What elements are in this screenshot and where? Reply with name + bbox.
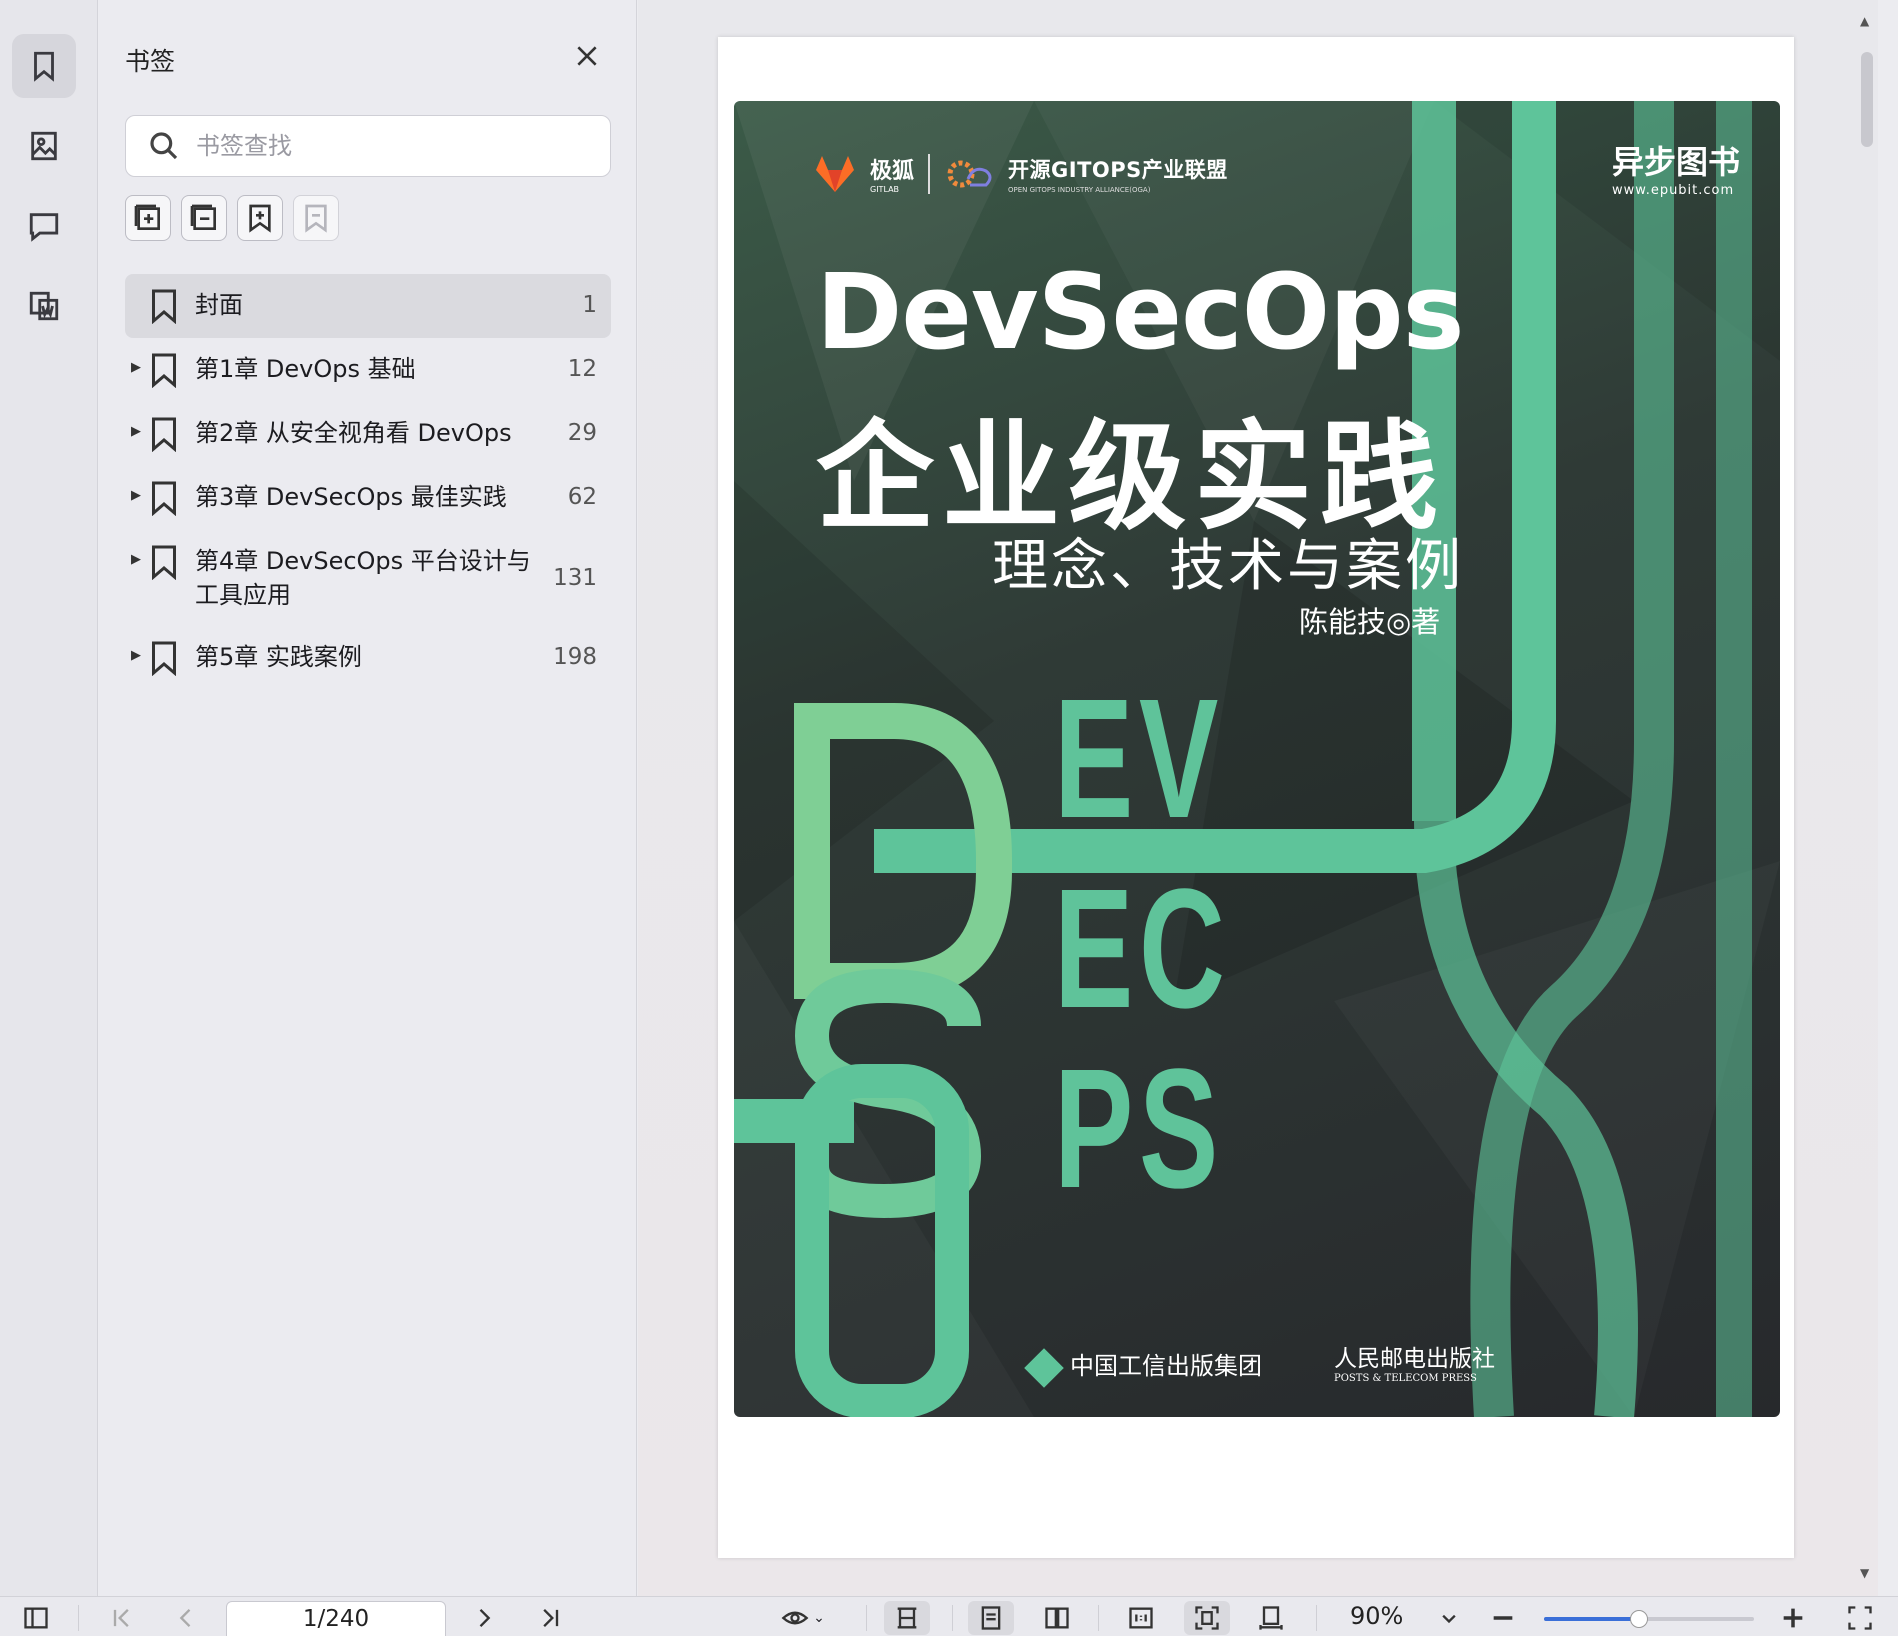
cover-partner-logos: 极狐 GITLAB 开源GITOPS产业联盟 OPEN GITOPS INDUS… bbox=[814, 153, 1228, 194]
bookmark-tools bbox=[125, 195, 339, 241]
single-page-icon[interactable] bbox=[968, 1601, 1014, 1635]
thumbnail-panel-icon[interactable] bbox=[12, 114, 76, 178]
bottom-toolbar: 1/240 ⌄ 90% bbox=[0, 1596, 1898, 1636]
expand-arrow-icon[interactable]: ▶ bbox=[125, 352, 147, 375]
expand-all-button[interactable] bbox=[125, 195, 171, 241]
view-mode-eye-icon[interactable]: ⌄ bbox=[772, 1601, 834, 1635]
add-bookmark-button[interactable] bbox=[237, 195, 283, 241]
bookmark-page: 1 bbox=[582, 292, 597, 318]
bookmark-page: 131 bbox=[553, 565, 597, 591]
bookmark-page: 198 bbox=[553, 644, 597, 670]
search-icon bbox=[150, 132, 178, 160]
bookmark-icon bbox=[149, 640, 185, 677]
cover-author: 陈能技◎著 bbox=[1299, 605, 1441, 639]
bookmark-search-input[interactable] bbox=[196, 132, 576, 160]
gitlab-logo-text: 极狐 bbox=[870, 159, 915, 184]
bookmark-icon bbox=[149, 544, 185, 581]
publisher-group-logo-icon bbox=[1024, 1347, 1064, 1388]
bookmark-icon bbox=[149, 416, 185, 453]
alliance-logo-text: 开源GITOPS产业联盟 bbox=[1008, 157, 1228, 182]
fullscreen-icon[interactable] bbox=[1842, 1601, 1878, 1635]
bookmark-title: 第2章 从安全视角看 DevOps bbox=[195, 419, 512, 447]
expand-arrow-icon[interactable]: ▶ bbox=[125, 480, 147, 503]
bookmark-icon bbox=[149, 480, 185, 517]
actual-size-icon[interactable] bbox=[1118, 1601, 1164, 1635]
close-icon[interactable] bbox=[571, 40, 603, 72]
bookmark-icon bbox=[149, 352, 185, 389]
left-icon-rail bbox=[0, 0, 98, 1596]
cover-title-en: DevSecOps bbox=[816, 251, 1464, 373]
bookmark-item[interactable]: ▶ 第5章 实践案例 198 bbox=[125, 626, 611, 690]
bookmark-icon bbox=[149, 288, 185, 325]
document-page: EV EC PS 极狐 GITLAB 开源GITOPS产业联盟 OPEN GIT… bbox=[718, 37, 1794, 1558]
zoom-dropdown-chevron-down-icon[interactable] bbox=[1434, 1601, 1464, 1635]
vertical-scrollbar[interactable]: ▲ ▼ bbox=[1858, 0, 1878, 1596]
next-page-icon[interactable] bbox=[466, 1601, 502, 1635]
panel-title: 书签 bbox=[125, 47, 176, 76]
scroll-up-icon[interactable]: ▲ bbox=[1860, 14, 1869, 28]
bookmark-item[interactable]: ▶ 第2章 从安全视角看 DevOps 29 bbox=[125, 402, 611, 466]
page-number-input[interactable]: 1/240 bbox=[226, 1601, 446, 1636]
book-cover: EV EC PS 极狐 GITLAB 开源GITOPS产业联盟 OPEN GIT… bbox=[734, 101, 1780, 1417]
zoom-slider-knob[interactable] bbox=[1629, 1610, 1648, 1628]
zoom-slider-fill bbox=[1544, 1617, 1639, 1621]
fit-width-icon[interactable] bbox=[1248, 1601, 1294, 1635]
bookmark-item[interactable]: ▶ 第3章 DevSecOps 最佳实践 62 bbox=[125, 466, 611, 530]
bookmark-search bbox=[125, 115, 611, 177]
expand-arrow-placeholder bbox=[125, 288, 147, 296]
fit-page-icon[interactable] bbox=[1184, 1601, 1230, 1635]
bookmark-title: 第3章 DevSecOps 最佳实践 bbox=[195, 483, 507, 511]
bookmark-panel-icon[interactable] bbox=[12, 34, 76, 98]
publisher-press: 人民邮电出版社 POSTS & TELECOM PRESS bbox=[1334, 1346, 1495, 1384]
bookmark-page: 12 bbox=[567, 356, 597, 382]
epubit-url: www.epubit.com bbox=[1611, 183, 1735, 198]
prev-page-icon[interactable] bbox=[168, 1601, 204, 1635]
comment-panel-icon[interactable] bbox=[12, 194, 76, 258]
zoom-in-icon[interactable] bbox=[1778, 1601, 1808, 1635]
bookmark-item[interactable]: 封面 1 bbox=[125, 274, 611, 338]
epubit-brand: 异步图书 bbox=[1611, 143, 1740, 181]
continuous-scroll-icon[interactable] bbox=[884, 1601, 930, 1635]
bookmark-panel: 书签 封面 1 ▶ 第1章 DevOps 基础 12 bbox=[99, 0, 637, 1596]
epubit-logo: 异步图书 www.epubit.com bbox=[1612, 137, 1740, 198]
expand-arrow-icon[interactable]: ▶ bbox=[125, 544, 147, 567]
bookmark-item[interactable]: ▶ 第1章 DevOps 基础 12 bbox=[125, 338, 611, 402]
cover-letters-ec: EC bbox=[1054, 854, 1231, 1044]
zoom-level[interactable]: 90% bbox=[1350, 1602, 1403, 1630]
bookmark-title: 封面 bbox=[195, 291, 243, 319]
document-view[interactable]: EV EC PS 极狐 GITLAB 开源GITOPS产业联盟 OPEN GIT… bbox=[638, 0, 1878, 1596]
expand-arrow-icon[interactable]: ▶ bbox=[125, 416, 147, 439]
scroll-down-icon[interactable]: ▼ bbox=[1860, 1566, 1869, 1580]
zoom-slider[interactable] bbox=[1544, 1610, 1754, 1628]
logo-divider bbox=[928, 153, 931, 194]
gitlab-fox-icon bbox=[816, 155, 854, 192]
cover-letters-ps: PS bbox=[1054, 1034, 1224, 1224]
attachment-panel-icon[interactable] bbox=[12, 274, 76, 338]
delete-bookmark-button[interactable] bbox=[293, 195, 339, 241]
bookmark-title: 第4章 DevSecOps 平台设计与工具应用 bbox=[195, 547, 531, 609]
alliance-gear-icon bbox=[947, 160, 992, 187]
zoom-out-icon[interactable] bbox=[1488, 1601, 1518, 1635]
bookmark-title: 第5章 实践案例 bbox=[195, 643, 362, 671]
scroll-thumb[interactable] bbox=[1861, 52, 1873, 147]
collapse-all-button[interactable] bbox=[181, 195, 227, 241]
bookmark-item[interactable]: ▶ 第4章 DevSecOps 平台设计与工具应用 131 bbox=[125, 530, 611, 626]
expand-arrow-icon[interactable]: ▶ bbox=[125, 640, 147, 663]
bookmark-page: 29 bbox=[567, 420, 597, 446]
toggle-sidebar-icon[interactable] bbox=[18, 1601, 54, 1635]
cover-letters-ev: EV bbox=[1054, 664, 1224, 854]
gitlab-logo-sub: GITLAB bbox=[870, 185, 900, 194]
bookmark-title: 第1章 DevOps 基础 bbox=[195, 355, 416, 383]
last-page-icon[interactable] bbox=[532, 1601, 568, 1635]
bookmark-page: 62 bbox=[567, 484, 597, 510]
publisher-group: 中国工信出版集团 bbox=[1024, 1346, 1262, 1388]
bookmark-list: 封面 1 ▶ 第1章 DevOps 基础 12 ▶ 第2章 从安全视角看 Dev… bbox=[125, 274, 611, 690]
alliance-logo-sub: OPEN GITOPS INDUSTRY ALLIANCE(OGA) bbox=[1008, 185, 1151, 194]
cover-subtitle: 理念、技术与案例 bbox=[992, 534, 1464, 599]
two-page-icon[interactable] bbox=[1034, 1601, 1080, 1635]
first-page-icon[interactable] bbox=[104, 1601, 140, 1635]
